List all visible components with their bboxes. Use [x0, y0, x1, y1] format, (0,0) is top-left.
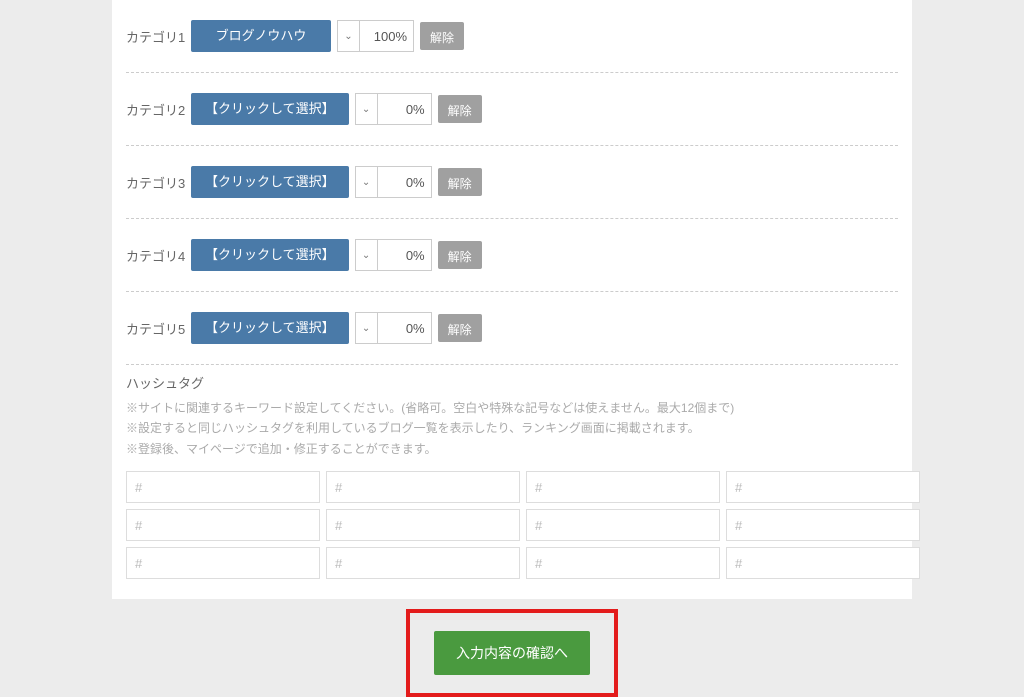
category-label: カテゴリ2	[126, 100, 191, 119]
chevron-down-icon[interactable]: ⌄	[355, 166, 377, 198]
release-button[interactable]: 解除	[420, 22, 464, 50]
category-label: カテゴリ4	[126, 246, 191, 265]
form-container: カテゴリ1 ブログノウハウ ⌄ 解除 カテゴリ2 【クリックして選択】 ⌄ 解除…	[112, 0, 912, 599]
chevron-down-icon[interactable]: ⌄	[355, 239, 377, 271]
category-row-1: カテゴリ1 ブログノウハウ ⌄ 解除	[126, 0, 898, 73]
category-select-button[interactable]: 【クリックして選択】	[191, 93, 349, 125]
category-row-4: カテゴリ4 【クリックして選択】 ⌄ 解除	[126, 219, 898, 292]
category-row-3: カテゴリ3 【クリックして選択】 ⌄ 解除	[126, 146, 898, 219]
hashtag-input-3[interactable]	[526, 471, 720, 503]
hashtag-input-7[interactable]	[526, 509, 720, 541]
chevron-down-icon[interactable]: ⌄	[355, 93, 377, 125]
hashtag-input-5[interactable]	[126, 509, 320, 541]
percent-input[interactable]	[377, 166, 432, 198]
hashtag-input-2[interactable]	[326, 471, 520, 503]
release-button[interactable]: 解除	[438, 168, 482, 196]
percent-group: ⌄	[355, 166, 432, 198]
category-label: カテゴリ1	[126, 27, 191, 46]
percent-group: ⌄	[355, 239, 432, 271]
percent-group: ⌄	[355, 93, 432, 125]
percent-group: ⌄	[337, 20, 414, 52]
percent-input[interactable]	[377, 93, 432, 125]
category-select-button[interactable]: ブログノウハウ	[191, 20, 331, 52]
percent-input[interactable]	[359, 20, 414, 52]
hashtag-note-2: ※設定すると同じハッシュタグを利用しているブログ一覧を表示したり、ランキング画面…	[126, 418, 898, 438]
submit-button[interactable]: 入力内容の確認へ	[434, 631, 590, 675]
hashtag-input-9[interactable]	[126, 547, 320, 579]
hashtag-title: ハッシュタグ	[126, 373, 898, 392]
hashtag-input-8[interactable]	[726, 509, 920, 541]
chevron-down-icon[interactable]: ⌄	[337, 20, 359, 52]
category-row-2: カテゴリ2 【クリックして選択】 ⌄ 解除	[126, 73, 898, 146]
category-row-5: カテゴリ5 【クリックして選択】 ⌄ 解除	[126, 292, 898, 365]
hashtag-section: ハッシュタグ ※サイトに関連するキーワード設定してください。(省略可。空白や特殊…	[126, 373, 898, 579]
category-select-button[interactable]: 【クリックして選択】	[191, 239, 349, 271]
percent-input[interactable]	[377, 312, 432, 344]
submit-highlight: 入力内容の確認へ	[406, 609, 618, 697]
hashtag-input-10[interactable]	[326, 547, 520, 579]
hashtag-note-1: ※サイトに関連するキーワード設定してください。(省略可。空白や特殊な記号などは使…	[126, 398, 898, 418]
category-label: カテゴリ5	[126, 319, 191, 338]
category-select-button[interactable]: 【クリックして選択】	[191, 312, 349, 344]
hashtag-input-12[interactable]	[726, 547, 920, 579]
release-button[interactable]: 解除	[438, 95, 482, 123]
release-button[interactable]: 解除	[438, 241, 482, 269]
percent-group: ⌄	[355, 312, 432, 344]
percent-input[interactable]	[377, 239, 432, 271]
release-button[interactable]: 解除	[438, 314, 482, 342]
hashtag-grid	[126, 471, 898, 579]
hashtag-note-3: ※登録後、マイページで追加・修正することができます。	[126, 439, 898, 459]
hashtag-input-6[interactable]	[326, 509, 520, 541]
submit-area: 入力内容の確認へ	[0, 609, 1024, 697]
hashtag-input-1[interactable]	[126, 471, 320, 503]
category-label: カテゴリ3	[126, 173, 191, 192]
chevron-down-icon[interactable]: ⌄	[355, 312, 377, 344]
hashtag-input-11[interactable]	[526, 547, 720, 579]
hashtag-input-4[interactable]	[726, 471, 920, 503]
category-select-button[interactable]: 【クリックして選択】	[191, 166, 349, 198]
